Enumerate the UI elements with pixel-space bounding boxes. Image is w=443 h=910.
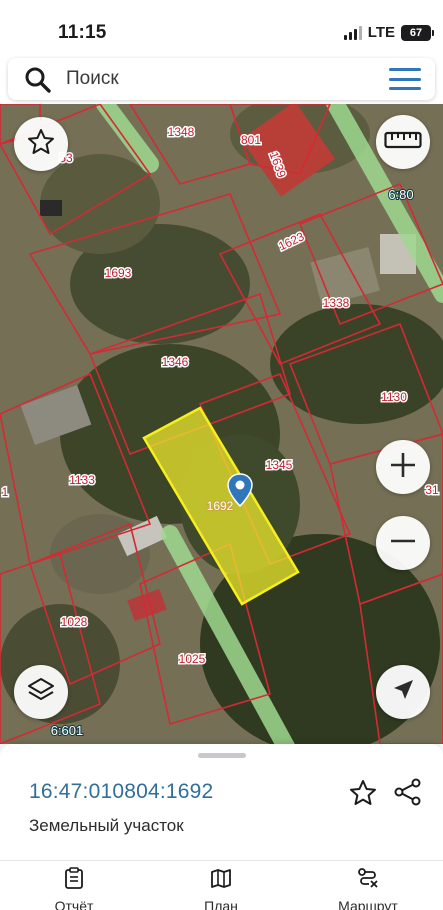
cellular-signal-icon [343, 25, 362, 40]
tab-plan[interactable]: План [166, 867, 276, 910]
bottom-tab-bar: Отчёт План Маршрут [0, 867, 443, 910]
search-bar[interactable]: Поиск [8, 58, 435, 100]
parcel-label: 31 [425, 483, 439, 497]
status-bar: 11:15 LTE 67 [0, 0, 443, 56]
parcel-label: 1130 [381, 390, 407, 404]
report-icon [63, 867, 85, 894]
parcel-label: 1028 [61, 615, 88, 629]
parcel-label: 1025 [179, 652, 206, 666]
hamburger-menu-icon[interactable] [389, 68, 421, 90]
divider [0, 860, 443, 861]
search-placeholder[interactable]: Поиск [66, 68, 119, 90]
battery-level: 67 [409, 26, 423, 39]
minus-icon [389, 527, 417, 560]
plus-icon [389, 451, 417, 484]
parcel-label: 1338 [323, 296, 350, 310]
map-plan-icon [210, 867, 232, 894]
network-type: LTE [367, 24, 395, 41]
terrain [0, 104, 443, 744]
status-time: 11:15 [58, 22, 107, 43]
layers-button[interactable] [14, 665, 68, 719]
tab-label: Маршрут [338, 898, 398, 910]
tab-label: Отчёт [54, 898, 94, 910]
parcel-label: 1 [2, 485, 9, 499]
tab-report[interactable]: Отчёт [19, 867, 129, 910]
parcel-label: 801 [241, 133, 261, 147]
share-icon[interactable] [393, 777, 423, 812]
cadastral-number[interactable]: 16:47:010804:1692 [29, 780, 213, 804]
parcel-label: 6:601 [51, 723, 84, 738]
parcel-label: 1133 [69, 473, 95, 487]
star-icon [26, 127, 56, 162]
navigation-arrow-icon [390, 677, 416, 708]
status-indicators: LTE 67 [343, 24, 434, 41]
parcel-info-sheet[interactable]: 16:47:010804:1692 Земельный участок Отчё… [0, 744, 443, 910]
parcel-label: 1345 [266, 458, 293, 472]
measure-button[interactable] [376, 115, 430, 169]
parcel-label: 1693 [105, 266, 132, 280]
battery-icon: 67 [401, 24, 434, 41]
parcel-label: 1346 [162, 355, 189, 369]
route-icon [357, 867, 379, 894]
parcel-label: 6:80 [388, 187, 413, 202]
parcel-type: Земельный участок [29, 816, 184, 835]
search-icon [24, 66, 52, 99]
star-icon[interactable] [348, 778, 378, 813]
satellite-map[interactable]: 1348 801 1639 53 6:80 1623 1693 1338 134… [0, 104, 443, 744]
layers-icon [26, 675, 56, 710]
my-location-button[interactable] [376, 665, 430, 719]
parcel-label: 1348 [168, 125, 195, 139]
tab-route[interactable]: Маршрут [313, 867, 423, 910]
tab-label: План [204, 898, 238, 910]
favorites-button[interactable] [14, 117, 68, 171]
zoom-out-button[interactable] [376, 516, 430, 570]
sheet-drag-handle[interactable] [198, 753, 246, 758]
zoom-in-button[interactable] [376, 440, 430, 494]
ruler-icon [384, 130, 422, 155]
parcel-label: 1692 [207, 499, 234, 513]
